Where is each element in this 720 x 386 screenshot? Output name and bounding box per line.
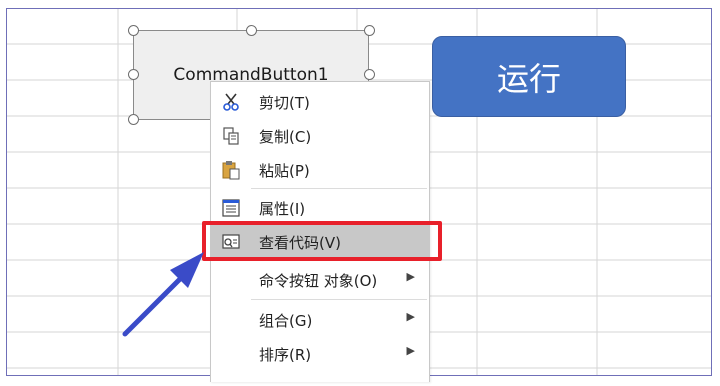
pointer-arrow: [122, 252, 204, 337]
arrow-shaft: [122, 273, 186, 337]
